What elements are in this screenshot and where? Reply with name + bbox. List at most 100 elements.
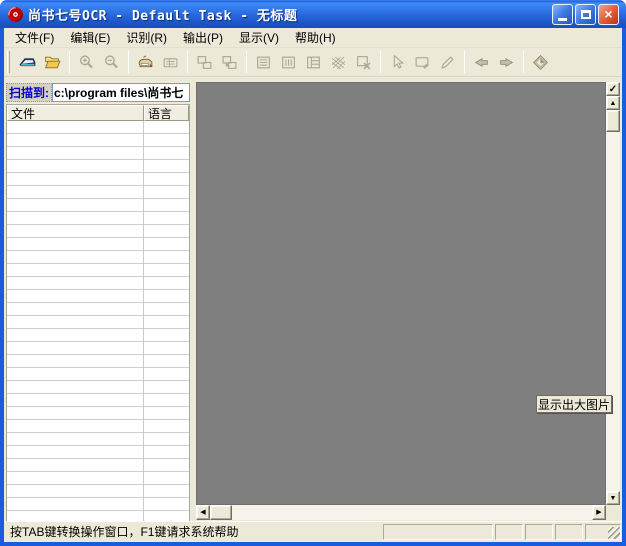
menu-bar: 文件(F) 编辑(E) 识别(R) 输出(P) 显示(V) 帮助(H)	[4, 28, 622, 48]
menu-file[interactable]: 文件(F)	[7, 27, 62, 48]
scroll-left-button[interactable]: ◀	[196, 505, 210, 520]
pen-icon	[441, 55, 454, 69]
next-page-button	[495, 51, 518, 73]
tooltip-show-large-image: 显示出大图片	[536, 395, 612, 413]
form-recognize-button	[159, 51, 182, 73]
scan-to-label: 扫描到:	[6, 83, 52, 102]
horizontal-scroll-track[interactable]	[232, 505, 592, 520]
form-recognize-icon	[163, 57, 178, 67]
triangle-right-icon: ▶	[596, 509, 602, 516]
select-button	[386, 51, 409, 73]
open-folder-icon	[44, 56, 61, 68]
triangle-up-icon: ▲	[609, 99, 617, 107]
about-button	[529, 51, 552, 73]
tile-horizontal-button	[193, 51, 216, 73]
previous-page-button	[470, 51, 493, 73]
triangle-left-icon: ◀	[200, 509, 206, 516]
check-toggle-button[interactable]: ✓	[606, 82, 620, 96]
zoom-in-icon	[79, 54, 93, 68]
maximize-icon	[580, 9, 591, 19]
menu-help[interactable]: 帮助(H)	[287, 27, 344, 48]
scanner-icon	[19, 57, 36, 66]
menu-output[interactable]: 输出(P)	[175, 27, 231, 48]
open-file-button[interactable]	[41, 51, 64, 73]
toolbar-separator	[380, 51, 381, 73]
triangle-down-icon: ▼	[609, 494, 617, 502]
recognize-icon	[138, 55, 153, 67]
horizontal-scroll-thumb[interactable]	[210, 505, 232, 520]
horizontal-scrollbar: ◀ ▶	[196, 505, 606, 520]
zoom-out-icon	[104, 54, 118, 68]
vertical-scrollbar: ✓ ▲ ▼	[606, 82, 620, 505]
menu-recognize[interactable]: 识别(R)	[118, 27, 175, 48]
table-region-button	[302, 51, 325, 73]
file-table-header: 文件 语言	[7, 105, 189, 121]
toolbar-separator	[128, 51, 129, 73]
status-panel	[383, 523, 493, 540]
horizontal-text-region-button	[252, 51, 275, 73]
tile-vertical-icon	[222, 55, 237, 69]
window-controls: ×	[552, 3, 619, 25]
vertical-scroll-track[interactable]	[606, 132, 620, 491]
image-view: ✓ ▲ ▼ ◀ ▶ 显示出大图片	[196, 77, 622, 521]
delete-region-button	[352, 51, 375, 73]
resize-grip[interactable]	[608, 526, 620, 539]
toolbar-separator	[187, 51, 188, 73]
title-bar: 尚书七号OCR - Default Task - 无标题 ×	[0, 0, 626, 28]
tile-vertical-button	[218, 51, 241, 73]
minimize-button[interactable]	[552, 3, 573, 25]
scan-button[interactable]	[16, 51, 39, 73]
toolbar	[4, 48, 622, 77]
workspace: 扫描到: 文件 语言 ✓ ▲ ▼ ◀	[4, 77, 622, 521]
status-panel	[525, 523, 553, 540]
delete-region-icon	[357, 55, 371, 69]
minimize-icon	[558, 17, 567, 21]
scroll-right-button[interactable]: ▶	[592, 505, 606, 520]
app-logo-icon	[8, 6, 23, 22]
column-header-language[interactable]: 语言	[144, 105, 189, 121]
menu-edit[interactable]: 编辑(E)	[62, 27, 118, 48]
image-region-button	[327, 51, 350, 73]
toolbar-separator	[69, 51, 70, 73]
image-region-icon	[331, 56, 346, 69]
edit-region-button	[411, 51, 434, 73]
vertical-text-region-button	[277, 51, 300, 73]
hanvon-diamond-icon	[532, 54, 549, 70]
check-icon: ✓	[608, 83, 618, 95]
zoom-in-button	[75, 51, 98, 73]
tile-horizontal-icon	[197, 55, 212, 69]
window-title: 尚书七号OCR - Default Task - 无标题	[28, 8, 298, 24]
status-bar: 按TAB键转换操作窗口，F1键请求系统帮助	[4, 521, 622, 542]
status-panel	[495, 523, 523, 540]
vertical-scroll-thumb[interactable]	[606, 110, 620, 132]
toolbar-grip[interactable]	[7, 51, 10, 73]
app-window: 尚书七号OCR - Default Task - 无标题 × 文件(F) 编辑(…	[0, 0, 626, 546]
select-arrow-icon	[393, 53, 405, 69]
scan-path-input[interactable]	[52, 83, 190, 102]
toolbar-separator	[464, 51, 465, 73]
toolbar-separator	[246, 51, 247, 73]
close-icon: ×	[604, 6, 613, 22]
horizontal-text-region-icon	[257, 56, 270, 68]
scroll-down-button[interactable]: ▼	[606, 491, 620, 505]
zoom-out-button	[100, 51, 123, 73]
edit-region-icon	[415, 56, 429, 69]
status-message: 按TAB键转换操作窗口，F1键请求系统帮助	[10, 525, 239, 539]
image-canvas	[196, 82, 606, 505]
recognize-button[interactable]	[134, 51, 157, 73]
close-button[interactable]: ×	[598, 3, 619, 25]
scroll-up-button[interactable]: ▲	[606, 96, 620, 110]
arrow-left-icon	[474, 57, 488, 67]
arrow-right-icon	[500, 57, 514, 67]
file-table: 文件 语言	[6, 104, 190, 521]
column-header-file[interactable]: 文件	[7, 105, 144, 121]
status-panel	[585, 523, 621, 540]
toolbar-separator	[523, 51, 524, 73]
status-panel	[555, 523, 583, 540]
scan-to-row: 扫描到:	[6, 83, 190, 102]
table-region-icon	[307, 56, 320, 68]
file-table-body[interactable]	[7, 121, 189, 521]
menu-view[interactable]: 显示(V)	[231, 27, 287, 48]
file-list-panel: 扫描到: 文件 语言	[4, 77, 192, 521]
maximize-button[interactable]	[575, 3, 596, 25]
